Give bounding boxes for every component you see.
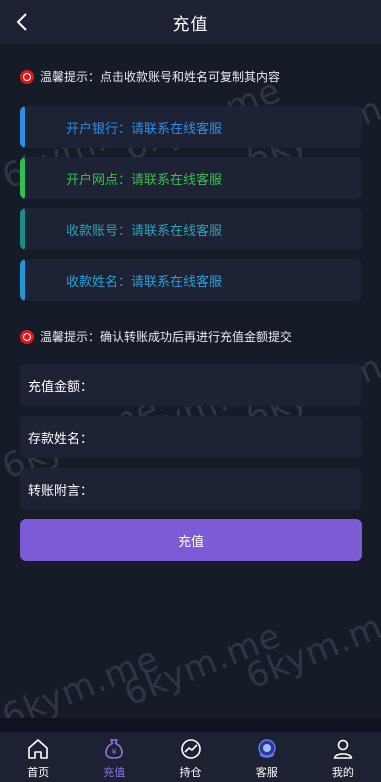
bank-branch-text: 开户网点：请联系在线客服 [66, 172, 223, 188]
account-number-card[interactable]: 收款账号：请联系在线客服 [20, 208, 362, 250]
notice-text: 温馨提示：点击收款账号和姓名可复制其内容 [40, 70, 281, 84]
card-accent-bar [20, 208, 25, 250]
tab-support[interactable]: 客服 [229, 732, 305, 782]
recharge-page: 6kym.me 6kym.me 6kym.me 6kym.me 6kym.me … [0, 0, 381, 782]
money-bag-icon: ¥ [105, 739, 124, 759]
depositor-name-row: 存款姓名： [20, 416, 362, 458]
page-title: 充值 [172, 14, 209, 35]
tab-home[interactable]: 首页 [0, 732, 76, 782]
bottom-tab-bar: 首页 ¥ 充值 持仓 客服 我的 [0, 732, 381, 782]
transfer-note-label: 转账附言： [28, 483, 94, 499]
alert-icon [20, 69, 34, 84]
transfer-note-row: 转账附言： [20, 468, 362, 510]
back-button[interactable] [8, 8, 36, 36]
home-icon [28, 739, 48, 759]
depositor-name-label: 存款姓名： [28, 431, 94, 447]
transfer-note-input[interactable] [93, 468, 362, 510]
notice-text: 温馨提示：确认转账成功后再进行充值金额提交 [40, 330, 293, 344]
tab-holdings-label: 持仓 [179, 766, 202, 779]
support-icon [258, 739, 276, 758]
amount-label: 充值金额： [28, 379, 94, 395]
tab-home-label: 首页 [27, 766, 50, 779]
account-name-card[interactable]: 收款姓名：请联系在线客服 [20, 259, 362, 301]
notice-submit-hint: 温馨提示：确认转账成功后再进行充值金额提交 [20, 328, 292, 345]
chart-icon [180, 739, 201, 759]
card-accent-bar [20, 259, 25, 301]
bank-branch-card[interactable]: 开户网点：请联系在线客服 [20, 157, 362, 199]
account-number-text: 收款账号：请联系在线客服 [66, 223, 223, 239]
notice-copy-hint: 温馨提示：点击收款账号和姓名可复制其内容 [20, 68, 280, 85]
tab-recharge[interactable]: ¥ 充值 [76, 732, 152, 782]
svg-text:¥: ¥ [112, 748, 117, 757]
recharge-submit-button[interactable]: 充值 [20, 519, 362, 561]
user-icon [333, 739, 353, 759]
tab-profile-label: 我的 [331, 766, 354, 779]
depositor-name-input[interactable] [93, 416, 362, 458]
page-header: 充值 [0, 0, 381, 44]
tab-recharge-label: 充值 [103, 766, 126, 779]
alert-icon [20, 329, 34, 344]
tab-holdings[interactable]: 持仓 [152, 732, 228, 782]
watermark: 6kym.me [240, 598, 381, 698]
account-name-text: 收款姓名：请联系在线客服 [66, 274, 223, 290]
amount-row: 充值金额： [20, 364, 362, 406]
bottom-strip [0, 718, 381, 732]
amount-input[interactable] [93, 364, 362, 406]
bank-name-card[interactable]: 开户银行：请联系在线客服 [20, 106, 362, 148]
card-accent-bar [20, 106, 25, 148]
card-accent-bar [20, 157, 25, 199]
tab-support-label: 客服 [255, 766, 278, 779]
tab-profile[interactable]: 我的 [305, 732, 381, 782]
chevron-left-icon [16, 13, 27, 31]
bank-name-text: 开户银行：请联系在线客服 [66, 121, 223, 137]
watermark: 6kym.me [118, 615, 287, 715]
